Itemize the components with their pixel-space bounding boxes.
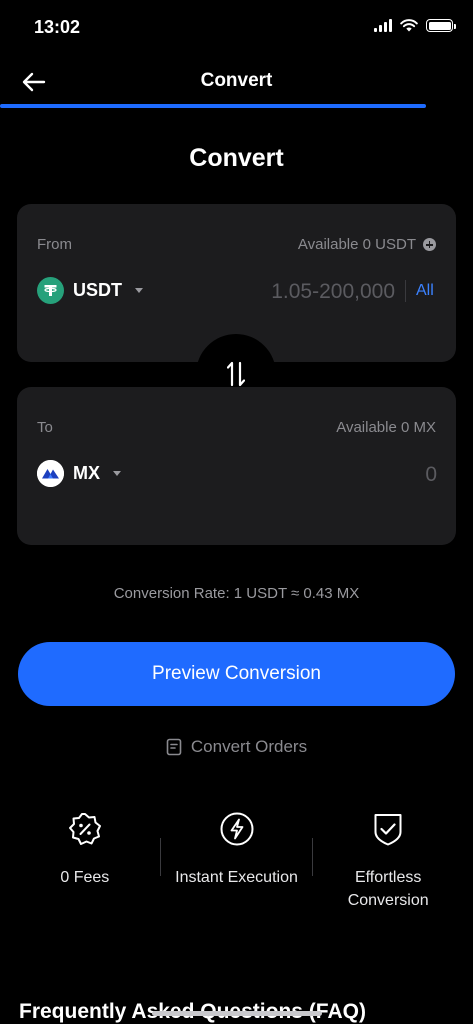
- lightning-icon: [218, 810, 256, 848]
- to-coin-selector[interactable]: MX: [37, 460, 121, 487]
- status-bar: 13:02: [0, 0, 473, 56]
- to-amount-input[interactable]: [277, 461, 437, 489]
- usdt-logo-icon: [37, 277, 64, 304]
- home-indicator[interactable]: [152, 1011, 322, 1016]
- feature-label: Effortless Conversion: [347, 869, 429, 909]
- amount-divider: [405, 280, 406, 302]
- feature-label: 0 Fees: [60, 869, 110, 886]
- features-row: 0 Fees Instant Execution Effortless Conv…: [9, 806, 464, 916]
- header-title: Convert: [200, 70, 273, 91]
- percent-badge-icon: [66, 810, 104, 848]
- feature-fees: 0 Fees: [9, 806, 161, 916]
- battery-icon: [426, 19, 456, 32]
- convert-orders-link[interactable]: Convert Orders: [0, 737, 473, 757]
- document-icon: [166, 738, 182, 756]
- chevron-down-icon: [135, 288, 143, 293]
- header-progress-bar: [0, 104, 426, 108]
- from-label: From: [37, 236, 72, 253]
- from-coin-selector[interactable]: USDT: [37, 277, 143, 304]
- feature-divider: [160, 838, 161, 876]
- from-available-text: Available 0 USDT: [297, 236, 416, 253]
- to-available: Available 0 MX: [336, 419, 436, 436]
- feature-instant: Instant Execution: [161, 806, 313, 916]
- page-title: Convert: [189, 144, 284, 172]
- to-available-text: Available 0 MX: [336, 419, 436, 436]
- from-available: Available 0 USDT: [298, 236, 436, 253]
- cellular-signal-icon: [374, 19, 392, 32]
- feature-divider: [312, 838, 313, 876]
- mx-logo-icon: [37, 460, 64, 487]
- add-funds-icon[interactable]: [423, 238, 436, 251]
- shield-check-icon: [369, 810, 407, 848]
- from-amount-input[interactable]: [207, 278, 395, 306]
- convert-orders-label: Convert Orders: [190, 737, 308, 756]
- nav-header: Convert: [0, 56, 473, 108]
- feature-effortless: Effortless Conversion: [312, 806, 464, 916]
- all-button[interactable]: All: [416, 282, 434, 300]
- feature-label: Instant Execution: [175, 869, 298, 886]
- wifi-icon: [400, 19, 418, 32]
- preview-conversion-button[interactable]: Preview Conversion: [18, 642, 455, 706]
- swap-arrows-icon: [227, 361, 245, 387]
- status-icons: [374, 19, 456, 32]
- status-time: 13:02: [34, 17, 81, 37]
- to-card: To Available 0 MX MX: [17, 387, 456, 545]
- to-label: To: [37, 419, 53, 436]
- chevron-down-icon: [113, 471, 121, 476]
- conversion-rate: Conversion Rate: 1 USDT ≈ 0.43 MX: [113, 585, 360, 602]
- to-coin-name: MX: [73, 463, 100, 483]
- from-coin-name: USDT: [73, 280, 122, 300]
